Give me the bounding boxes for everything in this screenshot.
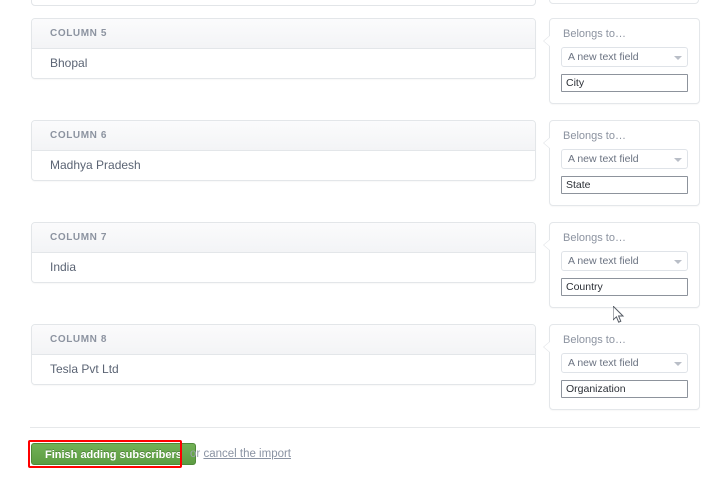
column-card[interactable]: COLUMN 7 India bbox=[31, 222, 536, 283]
finish-button-wrap: Finish adding subscribers bbox=[31, 443, 196, 465]
field-name-input[interactable] bbox=[561, 380, 688, 398]
mapping-panel: Belongs to… A new text field bbox=[543, 120, 700, 206]
cancel-import-area: or cancel the import bbox=[190, 448, 291, 460]
column-sample-value: Madhya Pradesh bbox=[32, 151, 535, 180]
field-type-select-value: A new text field bbox=[568, 153, 639, 165]
belongs-to-label: Belongs to… bbox=[563, 28, 626, 40]
field-type-select[interactable]: A new text field bbox=[561, 353, 688, 373]
column-card[interactable]: COLUMN 8 Tesla Pvt Ltd bbox=[31, 324, 536, 385]
field-type-select[interactable]: A new text field bbox=[561, 251, 688, 271]
field-type-select-value: A new text field bbox=[568, 357, 639, 369]
chevron-down-icon bbox=[674, 362, 682, 366]
or-label: or bbox=[190, 448, 201, 460]
field-type-select-value: A new text field bbox=[568, 51, 639, 63]
previous-mapping-panel-sliver bbox=[549, 0, 699, 4]
column-card-header: COLUMN 8 bbox=[32, 325, 535, 355]
mapping-panel: Belongs to… A new text field bbox=[543, 18, 700, 104]
field-name-input[interactable] bbox=[561, 278, 688, 296]
belongs-to-label: Belongs to… bbox=[563, 334, 626, 346]
column-card[interactable]: COLUMN 6 Madhya Pradesh bbox=[31, 120, 536, 181]
belongs-to-label: Belongs to… bbox=[563, 232, 626, 244]
column-sample-value: Tesla Pvt Ltd bbox=[32, 355, 535, 384]
mouse-pointer-icon bbox=[613, 306, 625, 323]
column-card-header: COLUMN 7 bbox=[32, 223, 535, 253]
finish-adding-subscribers-button[interactable]: Finish adding subscribers bbox=[31, 443, 196, 465]
mapping-panel: Belongs to… A new text field bbox=[543, 324, 700, 410]
field-name-input[interactable] bbox=[561, 176, 688, 194]
import-mapping-page: COLUMN 5 Bhopal Belongs to… A new text f… bbox=[0, 0, 726, 500]
belongs-to-label: Belongs to… bbox=[563, 130, 626, 142]
column-sample-value: Bhopal bbox=[32, 49, 535, 78]
field-type-select-value: A new text field bbox=[568, 255, 639, 267]
chevron-down-icon bbox=[674, 56, 682, 60]
cancel-import-link[interactable]: cancel the import bbox=[203, 448, 291, 460]
column-card-header: COLUMN 6 bbox=[32, 121, 535, 151]
column-card[interactable]: COLUMN 5 Bhopal bbox=[31, 18, 536, 79]
previous-column-card-sliver bbox=[31, 0, 536, 6]
field-type-select[interactable]: A new text field bbox=[561, 149, 688, 169]
footer-divider bbox=[30, 427, 700, 428]
chevron-down-icon bbox=[674, 260, 682, 264]
field-name-input[interactable] bbox=[561, 74, 688, 92]
mapping-panel: Belongs to… A new text field bbox=[543, 222, 700, 308]
column-sample-value: India bbox=[32, 253, 535, 282]
column-card-header: COLUMN 5 bbox=[32, 19, 535, 49]
chevron-down-icon bbox=[674, 158, 682, 162]
field-type-select[interactable]: A new text field bbox=[561, 47, 688, 67]
